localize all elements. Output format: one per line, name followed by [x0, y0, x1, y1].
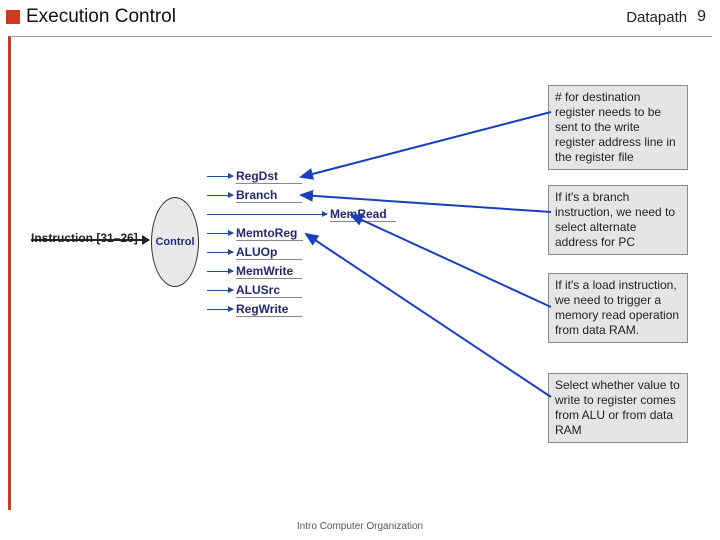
page-title: Execution Control [26, 6, 176, 28]
signal-label: RegDst [236, 169, 302, 184]
signal-row: Branch [207, 186, 396, 205]
callout-memtoreg: Select whether value to write to registe… [548, 373, 688, 443]
signal-arrow-icon [207, 195, 233, 197]
signal-label: MemtoReg [236, 226, 303, 241]
signal-row: ALUOp [207, 243, 396, 262]
signal-arrow-icon [207, 252, 233, 254]
header-right: Datapath 9 [626, 8, 706, 26]
signal-label: MemRead [330, 207, 396, 222]
control-signals: RegDst Branch MemRead MemtoReg ALUOp Mem… [207, 167, 396, 319]
section-label: Datapath [626, 9, 687, 26]
instruction-input-label: Instruction [31–26] [31, 231, 138, 245]
page-number: 9 [697, 8, 706, 26]
control-diagram: Instruction [31–26] Control RegDst Branc… [31, 137, 371, 357]
slide-header: Execution Control Datapath 9 [0, 0, 720, 34]
signal-label: ALUOp [236, 245, 302, 260]
signal-row: ALUSrc [207, 281, 396, 300]
signal-arrow-icon [207, 309, 233, 311]
input-arrow-icon [31, 239, 149, 241]
callout-regdst: # for destination register needs to be s… [548, 85, 688, 170]
signal-arrow-icon [207, 176, 233, 178]
signal-row: RegDst [207, 167, 396, 186]
signal-label: ALUSrc [236, 283, 302, 298]
signal-label: Branch [236, 188, 302, 203]
signal-row: MemWrite [207, 262, 396, 281]
signal-label: MemWrite [236, 264, 302, 279]
signal-row: RegWrite [207, 300, 396, 319]
signal-row: MemRead [207, 205, 396, 224]
signal-arrow-icon [207, 271, 233, 273]
callout-branch: If it's a branch instruction, we need to… [548, 185, 688, 255]
signal-row: MemtoReg [207, 224, 396, 243]
signal-arrow-icon [207, 233, 233, 235]
callout-memread: If it's a load instruction, we need to t… [548, 273, 688, 343]
signal-arrow-icon [207, 290, 233, 292]
header-left: Execution Control [6, 6, 176, 28]
signal-label: RegWrite [236, 302, 302, 317]
control-unit: Control [151, 197, 199, 287]
title-marker-icon [6, 10, 20, 24]
slide-body: Instruction [31–26] Control RegDst Branc… [8, 36, 712, 510]
control-unit-label: Control [155, 236, 194, 248]
signal-arrow-icon [207, 214, 327, 216]
slide-footer: Intro Computer Organization [0, 521, 720, 532]
